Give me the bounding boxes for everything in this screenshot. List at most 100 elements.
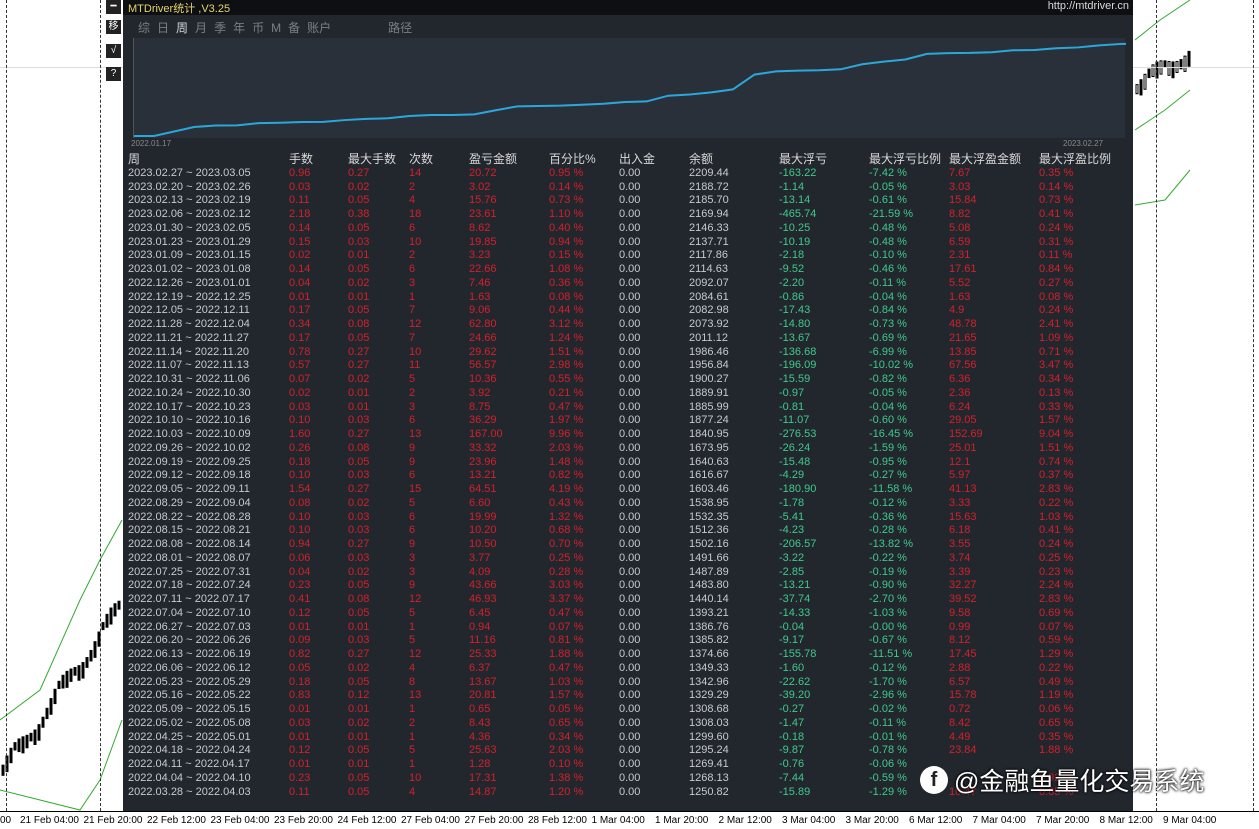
time-axis-label: 6 Mar 12:00 bbox=[909, 815, 963, 826]
table-cell: 0.37 % bbox=[1039, 469, 1074, 482]
column-header[interactable]: 出入金 bbox=[619, 152, 655, 167]
tab-1[interactable]: 日 bbox=[157, 19, 169, 36]
table-cell: 7.67 bbox=[949, 166, 971, 179]
table-cell: 2084.61 bbox=[689, 290, 729, 303]
table-row: 2022.06.20 ~ 2022.06.26 0.09 0.03 5 11.16 0.8… bbox=[123, 634, 1133, 648]
table-cell: 14.87 bbox=[469, 785, 497, 798]
table-cell: 5 bbox=[409, 606, 416, 619]
table-row: 2022.12.19 ~ 2022.12.25 0.01 0.01 1 1.63 0.08… bbox=[123, 291, 1133, 305]
table-cell: 0.00 bbox=[619, 648, 641, 660]
tab-8[interactable]: 备 bbox=[288, 19, 300, 36]
tab-0[interactable]: 综 bbox=[138, 19, 150, 36]
table-cell: 0.01 bbox=[289, 620, 311, 633]
help-button[interactable]: ? bbox=[106, 67, 121, 81]
table-cell: 2023.01.23 ~ 2023.01.29 bbox=[128, 235, 251, 248]
column-header[interactable]: 最大手数 bbox=[348, 152, 396, 167]
table-cell: 0.03 bbox=[348, 634, 370, 647]
table-cell: -0.04 % bbox=[869, 290, 907, 303]
table-cell: 1299.60 bbox=[689, 730, 729, 743]
table-cell: -9.52 bbox=[779, 263, 805, 275]
table-cell: 0.01 bbox=[289, 758, 311, 770]
tab-7[interactable]: M bbox=[271, 21, 281, 35]
table-cell: 0.27 bbox=[348, 648, 370, 660]
table-cell: 2022.05.09 ~ 2022.05.15 bbox=[128, 703, 251, 715]
table-cell: 2022.04.25 ~ 2022.05.01 bbox=[128, 730, 251, 743]
table-cell: -465.74 bbox=[779, 208, 817, 220]
table-cell: 3.77 bbox=[469, 551, 491, 564]
table-cell: 13.21 bbox=[469, 469, 497, 482]
table-cell: 13 bbox=[409, 428, 422, 440]
tab-2[interactable]: 周 bbox=[176, 19, 188, 36]
table-cell: 0.27 bbox=[348, 345, 370, 358]
column-header[interactable]: 次数 bbox=[409, 152, 433, 167]
table-cell: -163.22 bbox=[779, 166, 817, 179]
table-cell: 0.05 bbox=[348, 785, 370, 798]
time-axis-label: 24 Feb 12:00 bbox=[337, 815, 397, 826]
column-header[interactable]: 百分比% bbox=[549, 152, 596, 167]
table-row: 2022.10.31 ~ 2022.11.06 0.07 0.02 5 10.36 0.5… bbox=[123, 373, 1133, 387]
minimize-button[interactable]: ━ bbox=[106, 0, 121, 14]
table-cell: -0.67 % bbox=[869, 634, 907, 647]
table-cell: 0.00 bbox=[619, 510, 641, 523]
table-cell: 0.57 bbox=[289, 359, 311, 372]
table-row: 2023.02.06 ~ 2023.02.12 2.18 0.38 18 23.61 1.… bbox=[123, 208, 1133, 222]
table-cell: 0.06 bbox=[289, 551, 311, 564]
table-cell: 1487.89 bbox=[689, 565, 729, 578]
table-cell: -3.22 bbox=[779, 551, 805, 564]
table-cell: -196.09 bbox=[779, 359, 817, 372]
tab-10[interactable]: 路径 bbox=[388, 19, 412, 36]
table-cell: 0.44 % bbox=[549, 304, 584, 317]
table-cell: 2022.09.05 ~ 2022.09.11 bbox=[128, 483, 250, 495]
table-cell: 0.40 % bbox=[549, 221, 584, 234]
check-button[interactable]: √ bbox=[106, 44, 121, 58]
column-header[interactable]: 周 bbox=[128, 152, 140, 167]
table-cell: 0.28 % bbox=[549, 565, 584, 578]
tab-5[interactable]: 年 bbox=[233, 19, 245, 36]
table-cell: 2022.12.05 ~ 2022.12.11 bbox=[128, 304, 250, 317]
table-cell: -0.95 % bbox=[869, 455, 907, 468]
table-cell: 0.82 % bbox=[549, 469, 584, 482]
column-header[interactable]: 最大浮亏 bbox=[779, 152, 827, 167]
table-cell: -1.29 % bbox=[869, 785, 907, 798]
column-header[interactable]: 最大浮盈金额 bbox=[949, 152, 1021, 167]
tab-9[interactable]: 账户 bbox=[307, 19, 331, 36]
column-header[interactable]: 手数 bbox=[289, 152, 313, 167]
table-cell: -13.67 bbox=[779, 331, 811, 344]
table-cell: 1.60 bbox=[289, 428, 311, 440]
table-cell: 0.99 bbox=[949, 620, 971, 633]
column-header[interactable]: 余额 bbox=[689, 152, 713, 167]
table-cell: 0.05 bbox=[348, 606, 370, 619]
candle bbox=[117, 600, 121, 610]
table-cell: -7.44 bbox=[779, 771, 805, 784]
table-cell: 2022.04.18 ~ 2022.04.24 bbox=[128, 744, 251, 757]
table-cell: 3.47 % bbox=[1039, 359, 1074, 372]
table-cell: 4.19 % bbox=[549, 483, 584, 495]
table-cell: 3.55 bbox=[949, 538, 971, 550]
column-header[interactable]: 最大浮盈比例 bbox=[1039, 152, 1111, 167]
table-cell: 8.75 bbox=[469, 400, 491, 413]
column-header[interactable]: 最大浮亏比例 bbox=[869, 152, 941, 167]
table-cell: 17.31 bbox=[469, 771, 497, 784]
table-cell: 21.65 bbox=[949, 331, 977, 344]
table-cell: 0.27 bbox=[348, 428, 370, 440]
tab-4[interactable]: 季 bbox=[214, 19, 226, 36]
table-cell: 3.39 bbox=[949, 565, 971, 578]
table-cell: 2022.12.26 ~ 2023.01.01 bbox=[128, 276, 251, 289]
table-cell: 2188.72 bbox=[689, 180, 729, 193]
table-cell: 2022.04.04 ~ 2022.04.10 bbox=[128, 771, 251, 784]
table-cell: 7 bbox=[409, 331, 416, 344]
tab-3[interactable]: 月 bbox=[195, 19, 207, 36]
table-cell: -1.47 bbox=[779, 716, 805, 729]
candle bbox=[17, 738, 21, 753]
move-button[interactable]: 移 bbox=[106, 20, 121, 34]
table-cell: -1.59 % bbox=[869, 441, 907, 454]
table-cell: 0.03 bbox=[289, 716, 311, 729]
table-cell: 0.10 bbox=[289, 414, 311, 427]
table-cell: -1.70 % bbox=[869, 675, 907, 688]
website-link[interactable]: http://mtdriver.cn bbox=[1048, 0, 1129, 12]
table-cell: -0.12 % bbox=[869, 496, 907, 509]
table-cell: 3 bbox=[409, 565, 416, 578]
time-axis-label: 8 Mar 12:00 bbox=[1099, 815, 1153, 826]
column-header[interactable]: 盈亏金额 bbox=[469, 152, 517, 167]
tab-6[interactable]: 币 bbox=[252, 19, 264, 36]
